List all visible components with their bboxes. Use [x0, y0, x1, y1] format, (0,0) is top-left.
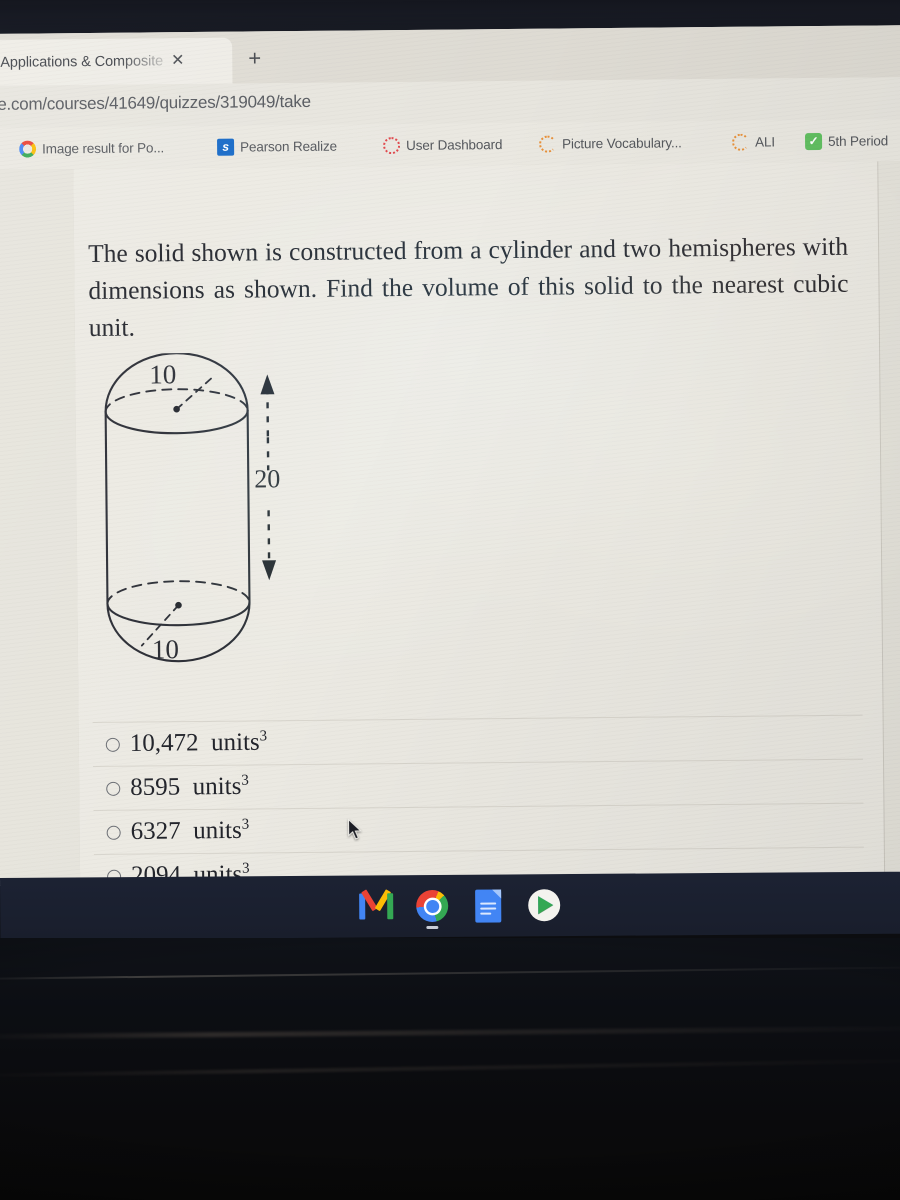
- answer-option-label: 6327 units3: [131, 817, 250, 846]
- answer-option-3[interactable]: 6327 units3: [93, 802, 864, 855]
- answer-value: 8595: [130, 773, 181, 802]
- answer-option-label: 10,472 units3: [130, 729, 268, 759]
- question-card: The solid shown is constructed from a cy…: [73, 161, 886, 899]
- height-label: 20: [254, 464, 281, 494]
- top-radius-label: 10: [149, 359, 177, 390]
- bookmark-item-5th-period[interactable]: ✓ 5th Period: [804, 127, 889, 154]
- green-check-icon: ✓: [804, 132, 823, 150]
- laptop-screen-photo: Applications & Composite ✕ + ure.com/cou…: [0, 0, 900, 1200]
- answer-exponent: 3: [241, 772, 249, 789]
- answer-exponent: 3: [259, 728, 268, 745]
- light-streak: [0, 965, 900, 981]
- bookmark-item-ali[interactable]: ALI: [731, 128, 775, 154]
- address-bar-text: ure.com/courses/41649/quizzes/319049/tak…: [0, 91, 311, 115]
- tab-strip: Applications & Composite ✕ +: [0, 25, 900, 86]
- bookmark-label: User Dashboard: [406, 136, 503, 153]
- top-center-dot: [173, 405, 180, 413]
- savvas-s-icon: s: [217, 138, 235, 156]
- bookmark-label: Picture Vocabulary...: [562, 134, 682, 151]
- gmail-icon[interactable]: [359, 889, 394, 923]
- bookmark-label: Pearson Realize: [240, 138, 337, 155]
- red-dotted-ring-icon: [383, 136, 401, 154]
- bookmark-label: 5th Period: [827, 132, 889, 149]
- capsule-solid-diagram: 10 10 20: [87, 351, 380, 699]
- answer-unit: units: [193, 817, 242, 845]
- radio-button[interactable]: [106, 825, 121, 840]
- answer-exponent: 3: [241, 816, 250, 833]
- close-icon[interactable]: ✕: [171, 52, 185, 69]
- plus-icon[interactable]: +: [248, 45, 261, 70]
- mouse-cursor: [348, 818, 362, 840]
- taskbar: [0, 871, 900, 940]
- browser-window: Applications & Composite ✕ + ure.com/cou…: [0, 25, 900, 899]
- answer-exponent: 3: [242, 860, 250, 877]
- quiz-page: The solid shown is constructed from a cy…: [0, 161, 900, 899]
- light-streak: [0, 1025, 900, 1040]
- browser-tab-active[interactable]: Applications & Composite ✕: [0, 37, 233, 86]
- answer-unit: units: [210, 729, 260, 757]
- bookmark-item-picture-vocabulary[interactable]: Picture Vocabulary...: [538, 129, 682, 156]
- radio-button[interactable]: [105, 737, 120, 752]
- capsule-solid-svg: [104, 352, 277, 663]
- orange-dotted-ring-icon: [538, 135, 557, 153]
- bookmark-item-pearson-realize[interactable]: s Pearson Realize: [217, 133, 337, 160]
- tab-title: Applications & Composite: [0, 53, 164, 71]
- bookmark-label: Image result for Po...: [42, 139, 165, 156]
- bookmark-item-user-dashboard[interactable]: User Dashboard: [383, 131, 502, 158]
- orange-dotted-ring-icon: [731, 133, 750, 151]
- answer-options-list: 10,472 units3 8595 units3 6327 units3 20…: [92, 714, 865, 899]
- answer-value: 10,472: [129, 729, 199, 758]
- light-streak: [0, 1058, 900, 1078]
- radio-button[interactable]: [106, 781, 121, 796]
- question-text: The solid shown is constructed from a cy…: [87, 231, 849, 343]
- address-bar[interactable]: ure.com/courses/41649/quizzes/319049/tak…: [0, 92, 311, 115]
- answer-option-2[interactable]: 8595 units3: [93, 758, 864, 811]
- photo-dark-foreground: [0, 938, 900, 1200]
- google-g-icon: [19, 140, 37, 158]
- answer-value: 6327: [130, 817, 181, 846]
- bottom-center-dot: [175, 601, 182, 609]
- bookmark-label: ALI: [754, 133, 775, 150]
- answer-option-1[interactable]: 10,472 units3: [92, 714, 863, 767]
- answer-option-label: 8595 units3: [130, 773, 249, 802]
- play-store-icon[interactable]: [527, 888, 561, 922]
- bottom-radius-label: 10: [151, 634, 180, 665]
- bookmark-item-image-result[interactable]: Image result for Po...: [19, 134, 164, 161]
- answer-unit: units: [192, 773, 242, 801]
- google-docs-icon[interactable]: [471, 888, 505, 923]
- chrome-icon[interactable]: [415, 889, 449, 930]
